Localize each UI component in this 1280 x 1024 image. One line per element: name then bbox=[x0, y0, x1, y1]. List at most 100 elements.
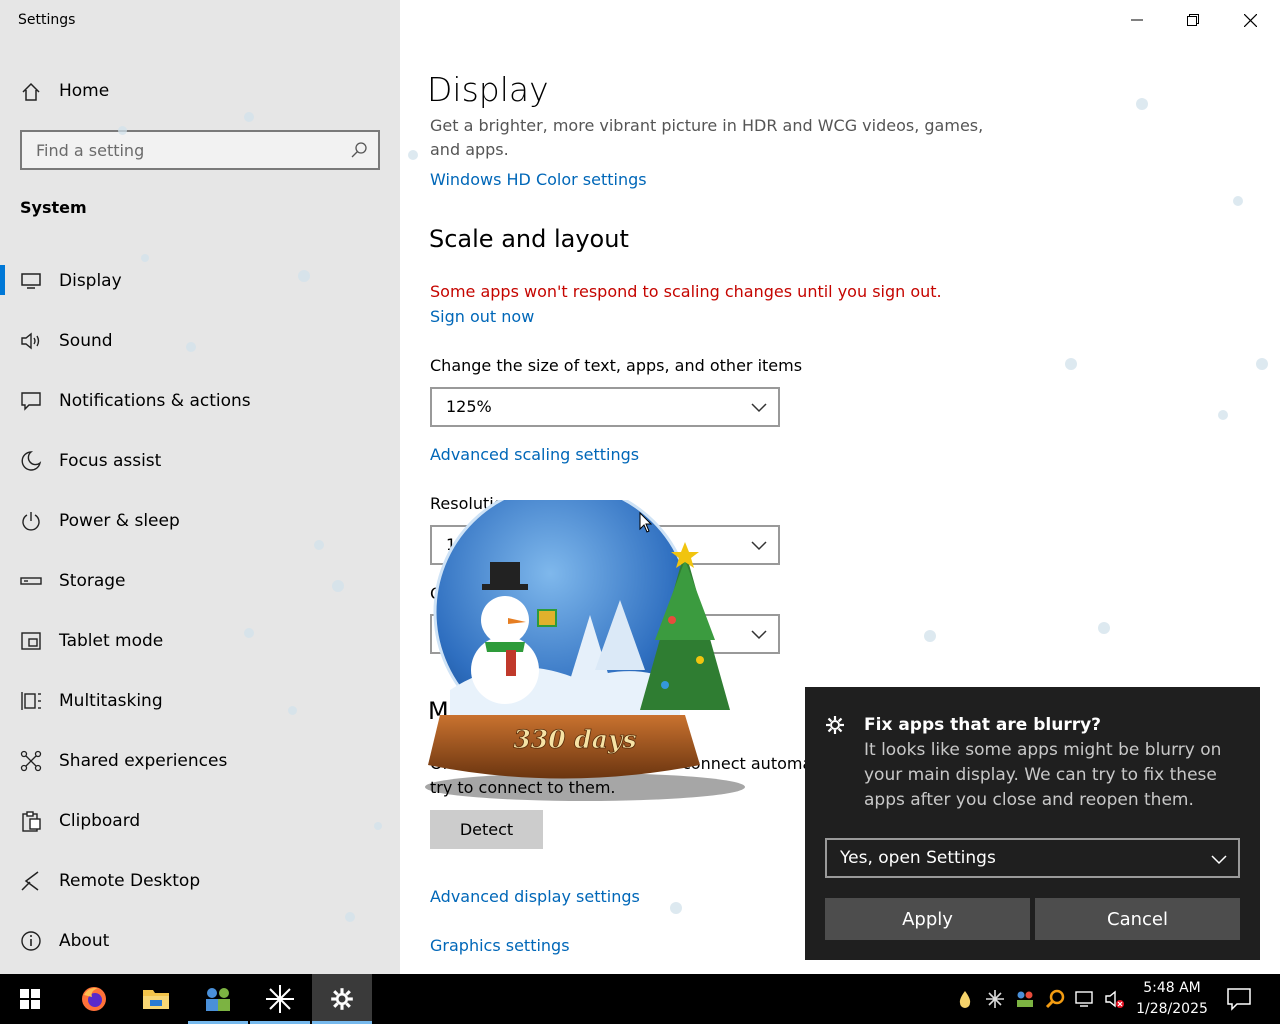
settings-icon bbox=[331, 988, 353, 1010]
snowflake bbox=[118, 126, 127, 135]
section-heading: System bbox=[20, 198, 87, 217]
restore-button[interactable] bbox=[1165, 0, 1221, 40]
droplet-icon[interactable] bbox=[954, 988, 976, 1010]
action-center-icon[interactable] bbox=[1226, 987, 1252, 1011]
snowflake bbox=[924, 630, 936, 642]
chevron-down-icon bbox=[1211, 855, 1227, 865]
scaling-warning: Some apps won't respond to scaling chang… bbox=[430, 282, 942, 301]
sidebar-item-notifications[interactable]: Notifications & actions bbox=[0, 371, 400, 431]
snowflake bbox=[670, 902, 682, 914]
snowflake bbox=[288, 706, 297, 715]
sidebar-item-label: Remote Desktop bbox=[59, 871, 201, 891]
cancel-button[interactable]: Cancel bbox=[1035, 898, 1240, 940]
toast-action-value: Yes, open Settings bbox=[840, 848, 996, 868]
taskbar-file-explorer[interactable] bbox=[126, 974, 186, 1024]
gear-icon bbox=[826, 716, 844, 734]
notification-icon bbox=[21, 392, 41, 411]
snowflake bbox=[244, 112, 254, 122]
speaker-icon bbox=[21, 332, 40, 350]
sidebar-nav: Display Sound Notifications & actions Fo… bbox=[0, 251, 400, 971]
graphics-settings-link[interactable]: Graphics settings bbox=[430, 936, 570, 955]
close-icon bbox=[1243, 13, 1257, 27]
network-status-icon[interactable] bbox=[1074, 988, 1096, 1010]
clipboard-icon bbox=[22, 811, 41, 832]
remote-icon bbox=[21, 871, 39, 891]
blurry-apps-toast: Fix apps that are blurry? It looks like … bbox=[805, 687, 1260, 960]
minimize-button[interactable] bbox=[1109, 0, 1165, 40]
share-icon bbox=[20, 750, 42, 772]
hd-color-link[interactable]: Windows HD Color settings bbox=[430, 170, 647, 189]
sidebar-item-power-sleep[interactable]: Power & sleep bbox=[0, 491, 400, 551]
taskbar-network-app[interactable] bbox=[188, 974, 248, 1024]
snowflake bbox=[345, 912, 355, 922]
sidebar-item-clipboard[interactable]: Clipboard bbox=[0, 791, 400, 851]
days-counter: 330 days bbox=[513, 725, 636, 754]
snowflake bbox=[1218, 410, 1228, 420]
sidebar: Settings Home System Display Sound Notif… bbox=[0, 0, 400, 974]
firefox-icon bbox=[82, 987, 106, 1011]
sign-out-link[interactable]: Sign out now bbox=[430, 307, 534, 326]
snowflake bbox=[1233, 196, 1243, 206]
volume-muted-icon[interactable] bbox=[1104, 988, 1126, 1010]
taskbar-sparkle-app[interactable] bbox=[250, 974, 310, 1024]
chevron-down-icon bbox=[751, 541, 767, 551]
sparkle-app-icon bbox=[266, 985, 294, 1013]
network-people-tray-icon[interactable] bbox=[1014, 988, 1036, 1010]
taskbar-settings[interactable] bbox=[312, 974, 372, 1024]
toast-action-dropdown[interactable]: Yes, open Settings bbox=[825, 838, 1240, 878]
snowflake bbox=[1136, 98, 1148, 110]
sidebar-item-display[interactable]: Display bbox=[0, 251, 400, 311]
search-box[interactable] bbox=[20, 130, 380, 170]
minimize-icon bbox=[1131, 19, 1143, 21]
sidebar-item-label: Sound bbox=[59, 331, 113, 351]
scale-dropdown[interactable]: 125% bbox=[430, 387, 780, 427]
close-button[interactable] bbox=[1222, 0, 1278, 40]
snowflake bbox=[1065, 358, 1077, 370]
search-icon[interactable] bbox=[350, 141, 368, 159]
sidebar-item-label: Shared experiences bbox=[59, 751, 228, 771]
snowflake bbox=[1098, 622, 1110, 634]
sidebar-item-label: Notifications & actions bbox=[59, 391, 251, 411]
apply-button[interactable]: Apply bbox=[825, 898, 1030, 940]
network-people-icon bbox=[206, 988, 230, 1011]
sidebar-item-label: Focus assist bbox=[59, 451, 162, 471]
start-icon bbox=[20, 989, 40, 1009]
taskbar: 5:48 AM 1/28/2025 bbox=[0, 974, 1280, 1024]
sidebar-item-label: Home bbox=[59, 81, 110, 101]
sidebar-item-remote-desktop[interactable]: Remote Desktop bbox=[0, 851, 400, 911]
size-label: Change the size of text, apps, and other… bbox=[430, 356, 803, 375]
start-button[interactable] bbox=[0, 974, 60, 1024]
advanced-scaling-link[interactable]: Advanced scaling settings bbox=[430, 445, 639, 464]
tablet-icon bbox=[21, 632, 41, 650]
snowflake bbox=[374, 822, 382, 830]
sidebar-item-shared-experiences[interactable]: Shared experiences bbox=[0, 731, 400, 791]
sidebar-item-sound[interactable]: Sound bbox=[0, 311, 400, 371]
sidebar-item-label: About bbox=[59, 931, 110, 951]
snowflake bbox=[1256, 358, 1268, 370]
search-input[interactable] bbox=[22, 132, 378, 168]
detect-button[interactable]: Detect bbox=[430, 810, 543, 849]
clock[interactable]: 5:48 AM 1/28/2025 bbox=[1130, 978, 1214, 1020]
snow-globe-widget[interactable]: 330 days bbox=[410, 500, 750, 810]
snowflake bbox=[298, 270, 310, 282]
sidebar-item-label: Power & sleep bbox=[59, 511, 180, 531]
clock-date: 1/28/2025 bbox=[1136, 1001, 1208, 1017]
sidebar-item-focus-assist[interactable]: Focus assist bbox=[0, 431, 400, 491]
scale-value: 125% bbox=[446, 397, 492, 416]
sidebar-item-home[interactable]: Home bbox=[0, 70, 400, 114]
advanced-display-link[interactable]: Advanced display settings bbox=[430, 887, 640, 906]
taskbar-firefox[interactable] bbox=[64, 974, 124, 1024]
power-icon bbox=[22, 512, 40, 531]
toast-message: It looks like some apps might be blurry … bbox=[864, 740, 1222, 810]
sidebar-item-label: Display bbox=[59, 271, 122, 291]
app-title: Settings bbox=[18, 12, 76, 28]
sidebar-item-about[interactable]: About bbox=[0, 911, 400, 971]
home-icon bbox=[22, 82, 40, 101]
file-explorer-icon bbox=[143, 990, 169, 1009]
mouse-cursor-icon bbox=[639, 512, 653, 533]
sidebar-item-tablet-mode[interactable]: Tablet mode bbox=[0, 611, 400, 671]
search-tray-icon[interactable] bbox=[1044, 988, 1066, 1010]
sparkle-tray-icon[interactable] bbox=[984, 988, 1006, 1010]
storage-icon bbox=[20, 577, 42, 585]
sidebar-item-multitasking[interactable]: Multitasking bbox=[0, 671, 400, 731]
